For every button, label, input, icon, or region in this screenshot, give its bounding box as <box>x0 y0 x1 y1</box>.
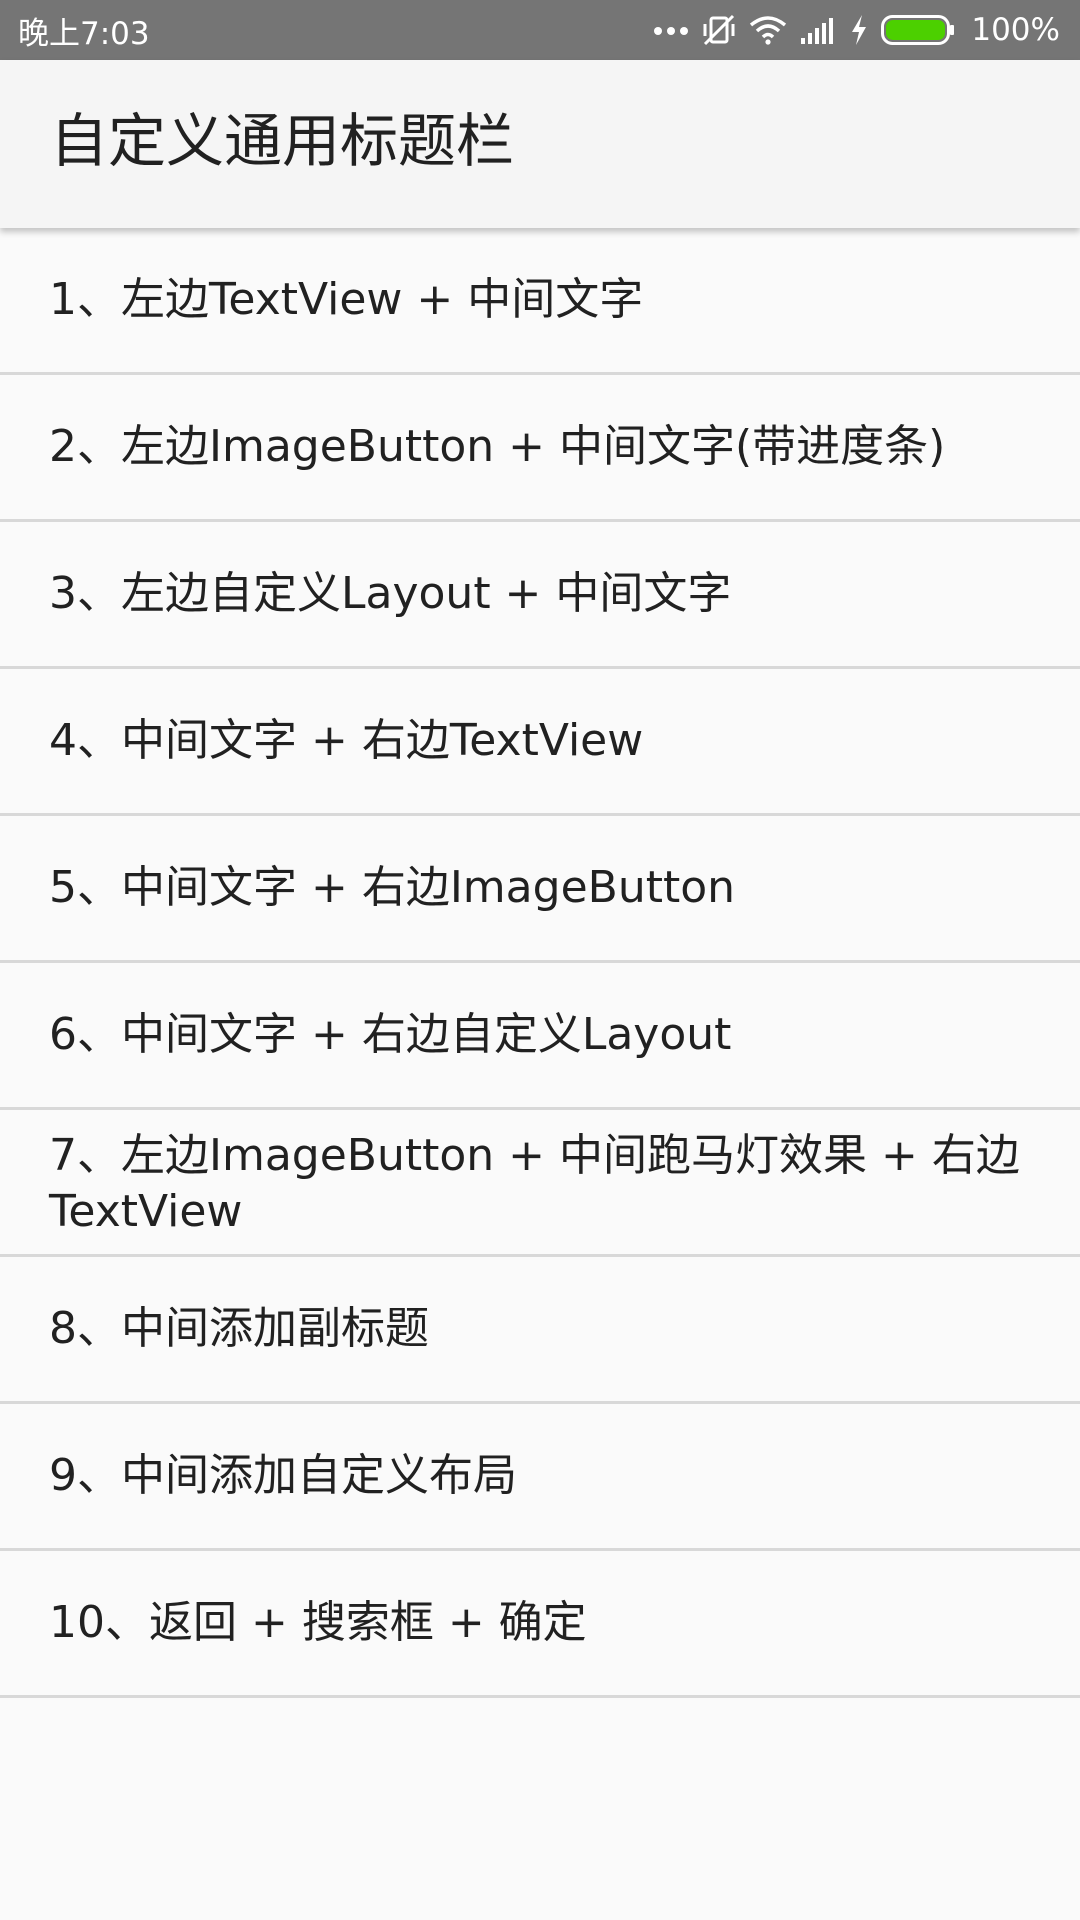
list-item-5[interactable]: 5、中间文字 + 右边ImageButton <box>0 816 1080 963</box>
battery-percent: 100% <box>971 12 1060 48</box>
menu-list: 1、左边TextView + 中间文字 2、左边ImageButton + 中间… <box>0 228 1080 1698</box>
list-item-9[interactable]: 9、中间添加自定义布局 <box>0 1404 1080 1551</box>
status-icons: 100% <box>653 12 1060 48</box>
mute-vibrate-icon <box>701 12 737 48</box>
list-item-label: 3、左边自定义Layout + 中间文字 <box>49 568 732 619</box>
list-item-label: 2、左边ImageButton + 中间文字(带进度条) <box>49 421 946 472</box>
app-bar: 自定义通用标题栏 <box>0 60 1080 228</box>
list-item-2[interactable]: 2、左边ImageButton + 中间文字(带进度条) <box>0 375 1080 522</box>
list-item-label: 1、左边TextView + 中间文字 <box>49 274 644 325</box>
signal-icon <box>799 16 837 44</box>
status-time: 晚上7:03 <box>18 15 150 52</box>
list-item-6[interactable]: 6、中间文字 + 右边自定义Layout <box>0 963 1080 1110</box>
status-bar: 晚上7:03 100% <box>0 0 1080 60</box>
battery-icon <box>881 15 955 45</box>
list-item-4[interactable]: 4、中间文字 + 右边TextView <box>0 669 1080 816</box>
list-item-label: 6、中间文字 + 右边自定义Layout <box>49 1009 732 1060</box>
wifi-icon <box>749 15 787 45</box>
list-item-label: 5、中间文字 + 右边ImageButton <box>49 862 736 913</box>
page-title: 自定义通用标题栏 <box>50 107 515 175</box>
list-item-10[interactable]: 10、返回 + 搜索框 + 确定 <box>0 1551 1080 1698</box>
list-item-label: 9、中间添加自定义布局 <box>49 1450 517 1501</box>
list-item-label: 7、左边ImageButton + 中间跑马灯效果 + 右边TextView <box>49 1130 1020 1237</box>
list-item-1[interactable]: 1、左边TextView + 中间文字 <box>0 228 1080 375</box>
list-item-label: 4、中间文字 + 右边TextView <box>49 715 644 766</box>
list-item-7[interactable]: 7、左边ImageButton + 中间跑马灯效果 + 右边TextView <box>0 1110 1080 1257</box>
charging-bolt-icon <box>849 14 869 46</box>
more-dots-icon <box>653 24 689 36</box>
list-item-8[interactable]: 8、中间添加副标题 <box>0 1257 1080 1404</box>
list-item-3[interactable]: 3、左边自定义Layout + 中间文字 <box>0 522 1080 669</box>
list-item-label: 10、返回 + 搜索框 + 确定 <box>49 1597 587 1648</box>
list-item-label: 8、中间添加副标题 <box>49 1303 429 1354</box>
